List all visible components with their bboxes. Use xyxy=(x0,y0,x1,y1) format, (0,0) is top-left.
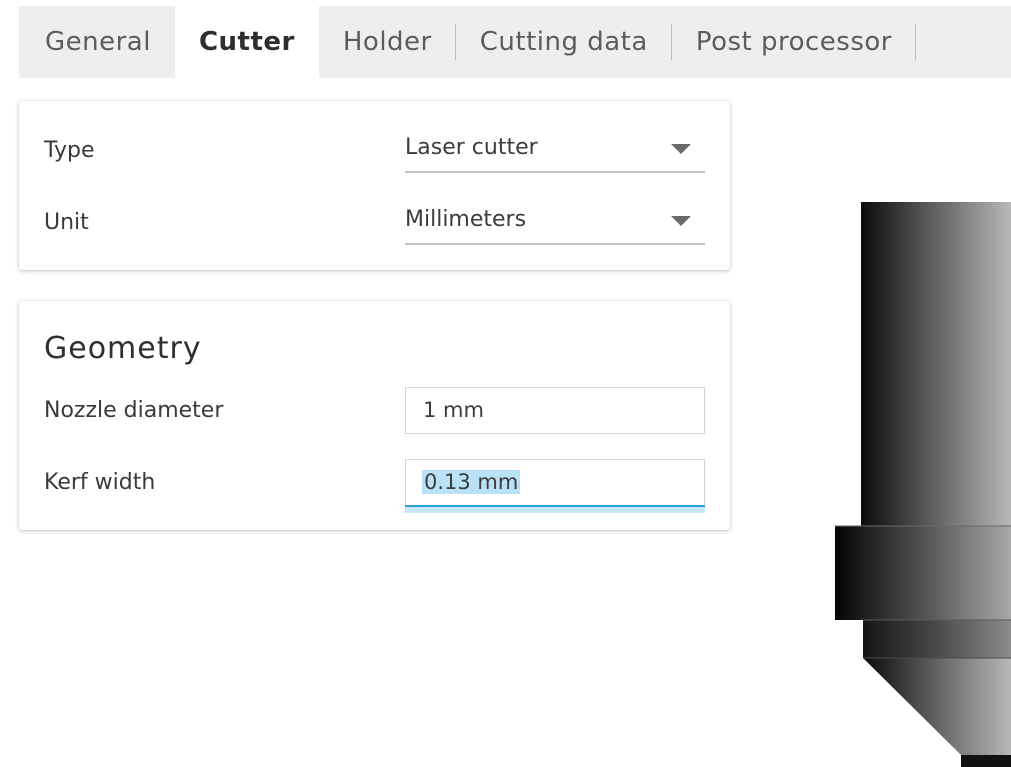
tab-bar: General Cutter Holder Cutting data Post … xyxy=(19,6,1011,78)
tab-cutter[interactable]: Cutter xyxy=(174,6,319,78)
tool-step xyxy=(863,620,1011,658)
tab-cutter-label: Cutter xyxy=(198,27,295,57)
nozzle-diameter-value: 1 mm xyxy=(423,398,484,422)
unit-dropdown-value: Millimeters xyxy=(405,207,527,232)
nozzle-diameter-input[interactable]: 1 mm xyxy=(405,387,705,434)
geometry-title: Geometry xyxy=(44,331,202,366)
tool-cone xyxy=(863,658,1011,755)
tab-holder-label: Holder xyxy=(342,27,432,57)
kerf-width-value: 0.13 mm xyxy=(422,470,521,494)
kerf-width-label: Kerf width xyxy=(44,470,156,495)
tab-holder[interactable]: Holder xyxy=(319,6,456,78)
nozzle-diameter-label: Nozzle diameter xyxy=(44,398,224,423)
tab-post-processor[interactable]: Post processor xyxy=(672,6,917,78)
focus-underline xyxy=(405,505,705,513)
tab-general-label: General xyxy=(45,27,151,57)
tool-collar xyxy=(835,526,1011,620)
tab-post-processor-label: Post processor xyxy=(695,27,892,57)
type-dropdown[interactable]: Laser cutter xyxy=(405,131,705,173)
unit-dropdown[interactable]: Millimeters xyxy=(405,203,705,245)
unit-label: Unit xyxy=(44,210,89,235)
tool-body xyxy=(861,202,1011,526)
laser-cutter-tool-preview xyxy=(835,202,1011,767)
kerf-width-input[interactable]: 0.13 mm xyxy=(405,459,705,513)
chevron-down-icon xyxy=(671,144,691,154)
tab-cutting-data[interactable]: Cutting data xyxy=(456,6,672,78)
chevron-down-icon xyxy=(671,216,691,226)
geometry-card: Geometry Nozzle diameter 1 mm Kerf width… xyxy=(19,301,730,530)
tool-editor: General Cutter Holder Cutting data Post … xyxy=(0,0,1011,767)
type-unit-card: Type Laser cutter Unit Millimeters xyxy=(19,101,730,270)
tab-cutting-data-label: Cutting data xyxy=(479,27,648,57)
tool-tip xyxy=(961,755,1011,767)
tab-general[interactable]: General xyxy=(19,6,175,78)
type-label: Type xyxy=(44,138,95,163)
type-dropdown-value: Laser cutter xyxy=(405,135,538,160)
